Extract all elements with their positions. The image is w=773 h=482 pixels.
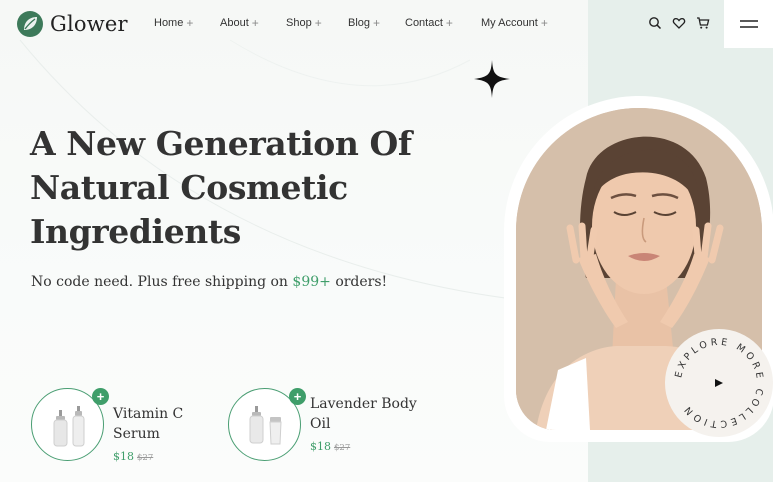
cart-icon[interactable] — [696, 16, 710, 30]
hero-subtext: No code need. Plus free shipping on $99+… — [31, 274, 387, 290]
circular-text-badge: EXPLORE MORE COLLECTION — [673, 337, 762, 430]
site-header: Glower Home + About + Shop + Blog + Cont… — [0, 0, 773, 48]
plus-icon: + — [314, 16, 322, 30]
hero-headline: A New Generation Of Natural Cosmetic Ing… — [30, 122, 450, 254]
product-price: $18 $27 — [310, 440, 420, 453]
product-thumbnail[interactable]: + — [31, 388, 109, 461]
add-to-cart-button[interactable]: + — [289, 388, 306, 405]
play-icon — [715, 379, 723, 387]
nav-contact-label: Contact — [405, 17, 443, 29]
current-price: $18 — [113, 450, 134, 463]
hamburger-menu-icon — [739, 20, 758, 28]
plus-icon: + — [445, 16, 453, 30]
nav-my-account-label: My Account — [481, 17, 538, 29]
search-icon[interactable] — [648, 16, 662, 30]
plus-icon: + — [186, 16, 194, 30]
plus-icon: + — [540, 16, 548, 30]
menu-button[interactable] — [724, 0, 773, 48]
old-price: $27 — [137, 453, 154, 463]
logo[interactable]: Glower — [16, 10, 128, 38]
nav-about[interactable]: About + — [220, 16, 259, 30]
sparkle-icon — [474, 60, 510, 98]
nav-shop-label: Shop — [286, 17, 312, 29]
nav-blog-label: Blog — [348, 17, 371, 29]
headline-line-2: Natural Cosmetic — [30, 168, 348, 207]
nav-home-label: Home — [154, 17, 184, 29]
brand-name: Glower — [50, 12, 128, 36]
headline-line-3: Ingredients — [30, 212, 241, 251]
headline-line-1: A New Generation Of — [30, 124, 412, 163]
current-price: $18 — [310, 440, 331, 453]
nav-shop[interactable]: Shop + — [286, 16, 322, 30]
shipping-threshold: $99+ — [292, 274, 331, 290]
nav-contact[interactable]: Contact + — [405, 16, 453, 30]
subtext-after: orders! — [335, 274, 388, 290]
subtext-before: No code need. Plus free shipping on — [31, 274, 288, 290]
product-info: Vitamin C Serum $18 $27 — [113, 404, 229, 463]
product-card[interactable]: + Vitamin C Serum $18 $27 — [31, 388, 229, 463]
nav-my-account[interactable]: My Account + — [481, 16, 548, 30]
leaf-logo-icon — [17, 11, 43, 37]
product-thumbnail[interactable]: + — [228, 388, 306, 461]
heart-icon[interactable] — [672, 16, 686, 30]
header-actions — [648, 16, 710, 30]
old-price: $27 — [334, 443, 351, 453]
product-name-line-2: Oil — [310, 416, 331, 432]
product-name-line-1: Lavender Body — [310, 396, 417, 412]
product-card[interactable]: + Lavender Body Oil $18 $27 — [228, 388, 420, 461]
plus-icon: + — [251, 16, 259, 30]
product-name[interactable]: Lavender Body Oil — [310, 394, 420, 434]
nav-home[interactable]: Home + — [154, 16, 193, 30]
explore-collection-badge[interactable]: EXPLORE MORE COLLECTION — [665, 329, 773, 437]
nav-about-label: About — [220, 17, 249, 29]
product-price: $18 $27 — [113, 450, 229, 463]
nav-blog[interactable]: Blog + — [348, 16, 380, 30]
add-to-cart-button[interactable]: + — [92, 388, 109, 405]
product-info: Lavender Body Oil $18 $27 — [310, 394, 420, 453]
product-name[interactable]: Vitamin C Serum — [113, 404, 229, 444]
plus-icon: + — [373, 16, 381, 30]
